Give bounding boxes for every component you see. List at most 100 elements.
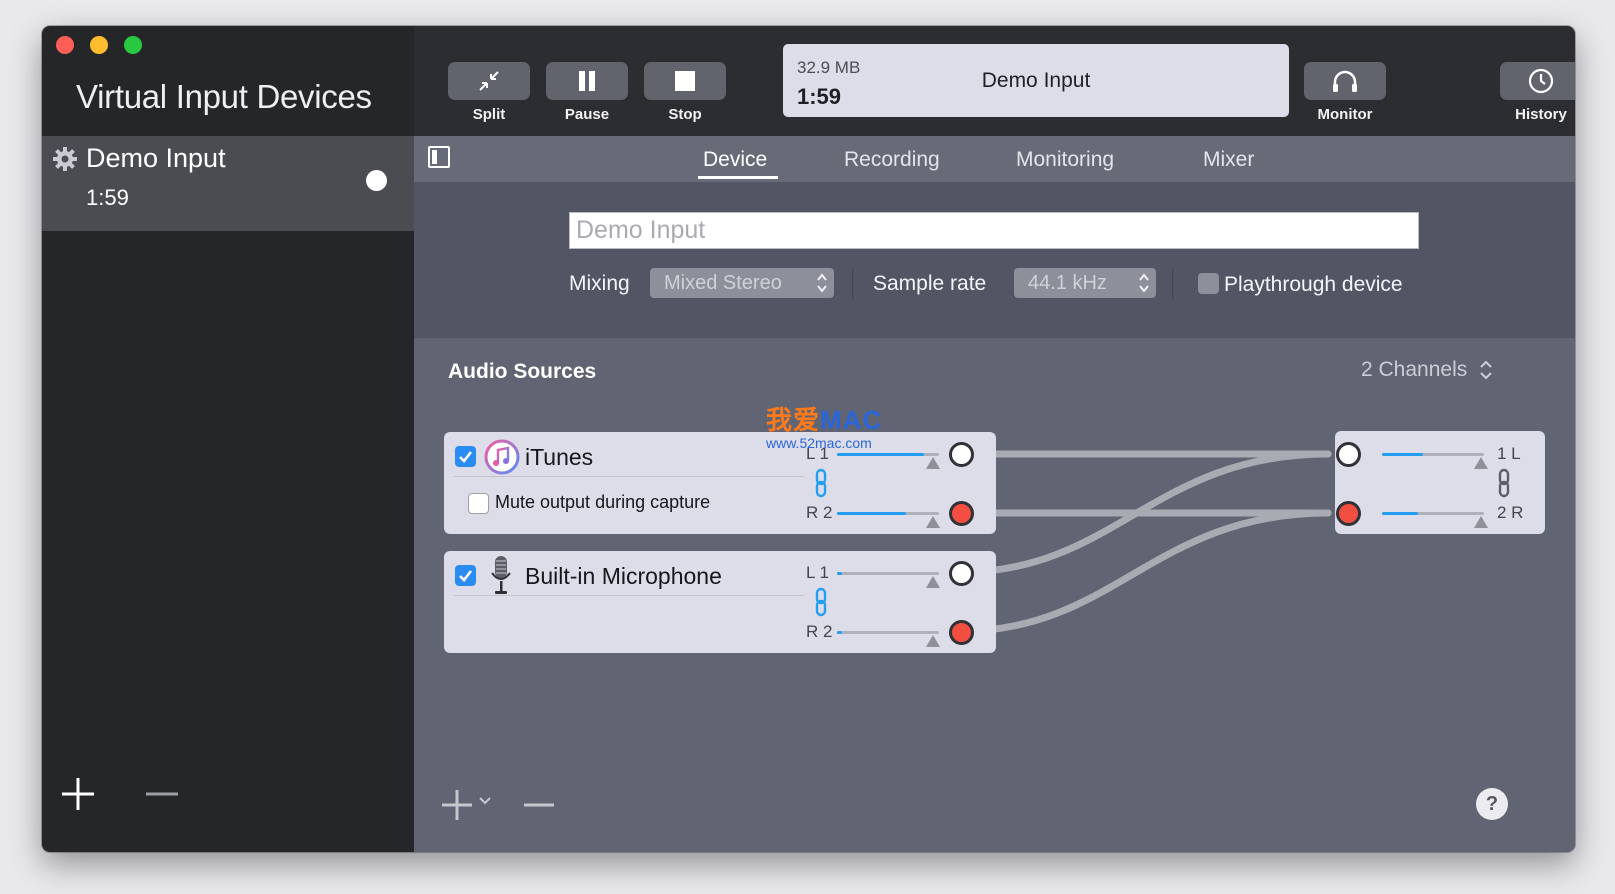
chevron-down-icon <box>479 797 492 805</box>
cable-mic-r <box>958 509 1332 635</box>
itunes-left-level-slider[interactable] <box>837 453 939 456</box>
split-label: Split <box>472 106 506 123</box>
separator <box>1172 269 1173 299</box>
level-fill <box>837 512 907 515</box>
mic-right-channel-label: R 2 <box>806 622 833 641</box>
microphone-enabled-checkbox[interactable] <box>455 565 476 586</box>
tab-recording[interactable]: Recording <box>844 148 940 172</box>
device-settings-panel: Mixing Mixed Stereo Sample rate 44.1 kHz… <box>414 182 1575 338</box>
remove-device-button[interactable] <box>144 776 180 812</box>
mute-output-checkbox[interactable] <box>468 493 489 514</box>
sample-rate-select[interactable]: 44.1 kHz <box>1014 268 1156 298</box>
sidebar: Virtual Input Devices Demo Input 1:59 <box>42 26 414 852</box>
itunes-right-output-port[interactable] <box>949 501 974 526</box>
itunes-left-output-port[interactable] <box>949 442 974 467</box>
gear-icon <box>53 147 77 171</box>
mic-left-output-port[interactable] <box>949 561 974 586</box>
minimize-window-button[interactable] <box>90 36 108 54</box>
tab-bar: Device Recording Monitoring Mixer <box>414 136 1575 182</box>
remove-source-button[interactable] <box>522 788 556 822</box>
status-device-name: Demo Input <box>981 69 1091 92</box>
slider-thumb[interactable] <box>926 635 940 647</box>
slider-thumb[interactable] <box>1474 457 1488 469</box>
mixing-value: Mixed Stereo <box>664 272 782 294</box>
slider-thumb[interactable] <box>1474 516 1488 528</box>
slider-thumb[interactable] <box>926 576 940 588</box>
card-separator <box>454 476 804 477</box>
card-separator <box>454 595 804 596</box>
watermark: 我爱MAC www.52mac.com <box>766 400 882 451</box>
tab-device[interactable]: Device <box>703 148 767 172</box>
mixing-select[interactable]: Mixed Stereo <box>650 268 834 298</box>
sample-rate-value: 44.1 kHz <box>1028 272 1107 294</box>
pause-label: Pause <box>564 106 610 123</box>
separator <box>852 269 853 299</box>
stop-icon <box>675 71 695 91</box>
up-down-arrows-icon <box>1139 273 1149 293</box>
mic-right-level-slider[interactable] <box>837 631 939 634</box>
watermark-text-mac: MAC <box>820 405 883 435</box>
headphones-icon <box>1333 70 1357 92</box>
toolbar: Split Pause Stop 32.9 MB 1:59 Demo Input <box>414 26 1575 136</box>
close-window-button[interactable] <box>56 36 74 54</box>
playthrough-label: Playthrough device <box>1224 273 1403 296</box>
monitor-label: Monitor <box>1317 106 1373 123</box>
device-name-input[interactable] <box>569 212 1419 249</box>
itunes-icon <box>484 439 520 475</box>
link-icon[interactable] <box>814 587 828 617</box>
sidebar-title: Virtual Input Devices <box>76 78 372 115</box>
source-card-microphone: Built-in Microphone L 1 R 2 <box>444 551 996 653</box>
split-icon <box>479 71 499 91</box>
source-card-itunes: iTunes Mute output during capture L 1 R … <box>444 432 996 534</box>
stop-label: Stop <box>668 106 702 123</box>
mixing-label: Mixing <box>569 272 630 295</box>
mic-right-output-port[interactable] <box>949 620 974 645</box>
level-fill <box>837 631 843 634</box>
pause-icon <box>579 71 595 91</box>
tab-monitoring[interactable]: Monitoring <box>1016 148 1114 172</box>
clock-icon <box>1528 68 1554 94</box>
itunes-right-level-slider[interactable] <box>837 512 939 515</box>
plus-icon <box>442 790 472 820</box>
help-button[interactable]: ? <box>1476 788 1508 820</box>
history-button[interactable] <box>1500 62 1575 100</box>
link-icon[interactable] <box>814 468 828 498</box>
checkmark-icon <box>459 451 473 463</box>
output-right-input-port[interactable] <box>1336 501 1361 526</box>
level-fill <box>837 572 843 575</box>
output-left-level-slider[interactable] <box>1382 453 1484 456</box>
itunes-right-channel-label: R 2 <box>806 503 833 522</box>
slider-thumb[interactable] <box>926 516 940 528</box>
add-source-button[interactable] <box>440 788 492 827</box>
audio-sources-panel: Audio Sources 2 Channels iTunes Mute out… <box>414 338 1575 852</box>
sample-rate-label: Sample rate <box>873 272 987 295</box>
sidebar-device-time: 1:59 <box>86 185 129 210</box>
output-right-level-slider[interactable] <box>1382 512 1484 515</box>
status-display: 32.9 MB 1:59 Demo Input <box>783 44 1289 117</box>
split-button[interactable] <box>448 62 530 100</box>
playthrough-checkbox[interactable] <box>1198 273 1219 294</box>
active-tab-underline <box>698 176 778 179</box>
sidebar-device-name: Demo Input <box>86 143 226 173</box>
mic-left-level-slider[interactable] <box>837 572 939 575</box>
itunes-name: iTunes <box>525 444 594 470</box>
up-down-arrows-icon <box>817 273 827 293</box>
history-label: History <box>1515 106 1567 123</box>
sidebar-item-demo-input[interactable]: Demo Input 1:59 <box>42 136 414 231</box>
add-device-button[interactable] <box>60 776 96 812</box>
level-fill <box>837 453 924 456</box>
sidebar-toggle-icon[interactable] <box>428 146 450 168</box>
monitor-button[interactable] <box>1304 62 1386 100</box>
zoom-window-button[interactable] <box>124 36 142 54</box>
recording-status-dot <box>366 170 387 191</box>
slider-thumb[interactable] <box>926 457 940 469</box>
link-icon[interactable] <box>1497 468 1511 498</box>
stop-button[interactable] <box>644 62 726 100</box>
level-fill <box>1382 512 1418 515</box>
tab-mixer[interactable]: Mixer <box>1203 148 1254 172</box>
microphone-icon <box>491 556 511 594</box>
output-left-input-port[interactable] <box>1336 442 1361 467</box>
itunes-enabled-checkbox[interactable] <box>455 446 476 467</box>
pause-button[interactable] <box>546 62 628 100</box>
level-fill <box>1382 453 1423 456</box>
